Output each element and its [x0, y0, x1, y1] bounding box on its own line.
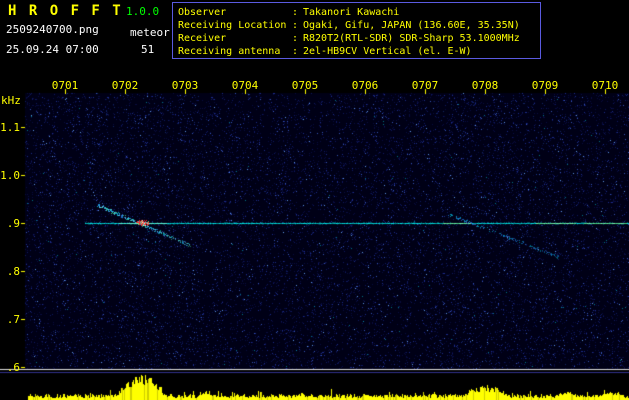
x-tick-label: 0705 [291, 79, 319, 92]
app-version: 1.0.0 [126, 5, 160, 18]
y-tick-label: .9 [6, 217, 20, 230]
y-axis-unit: kHz [1, 94, 21, 107]
x-tick-label: 0703 [171, 79, 199, 92]
info-value: 2el-HB9CV Vertical (el. E-W) [303, 46, 472, 57]
info-label: Observer [178, 7, 227, 18]
info-row: Receiver: R820T2(RTL-SDR) SDR-Sharp 53.10… [178, 32, 540, 45]
x-tick-label: 0701 [51, 79, 79, 92]
info-row: Receiving Location: Ogaki, Gifu, JAPAN (1… [178, 19, 540, 32]
y-tick-label: .7 [6, 313, 20, 326]
info-separator: : [292, 20, 299, 31]
info-label: Receiving antenna [178, 46, 281, 57]
y-tick-label: 1.1 [0, 121, 20, 134]
x-tick-label: 0707 [411, 79, 439, 92]
x-tick-label: 0710 [591, 79, 619, 92]
x-tick-label: 0708 [471, 79, 499, 92]
output-filename: 2509240700.png [6, 23, 99, 36]
app-title: H R O F F T [8, 3, 123, 19]
x-tick-label: 0706 [351, 79, 379, 92]
y-tick-label: .8 [6, 265, 20, 278]
info-value: Takanori Kawachi [303, 7, 400, 18]
meteor-count: 51 [141, 43, 155, 56]
info-separator: : [292, 7, 299, 18]
hrofft-output-image: H R O F F T 1.0.0 2509240700.png meteor … [0, 0, 629, 400]
y-tick-label: .6 [6, 361, 20, 374]
mode-label: meteor [130, 26, 170, 39]
spectrogram-canvas [0, 0, 629, 400]
y-tick-label: 1.0 [0, 169, 20, 182]
info-separator: : [292, 46, 299, 57]
info-value: Ogaki, Gifu, JAPAN (136.60E, 35.35N) [303, 20, 520, 31]
info-row: Observer: Takanori Kawachi [178, 6, 540, 19]
x-tick-label: 0709 [531, 79, 559, 92]
x-tick-label: 0702 [111, 79, 139, 92]
info-row: Receiving antenna:2el-HB9CV Vertical (el… [178, 45, 540, 58]
info-label: Receiving Location [178, 20, 287, 31]
timestamp-label: 25.09.24 07:00 [6, 43, 99, 56]
info-label: Receiver [178, 33, 227, 44]
info-separator: : [292, 33, 299, 44]
info-value: R820T2(RTL-SDR) SDR-Sharp 53.1000MHz [303, 33, 520, 44]
x-tick-label: 0704 [231, 79, 259, 92]
observation-info-box: Observer: Takanori Kawachi Receiving Loca… [172, 2, 541, 59]
